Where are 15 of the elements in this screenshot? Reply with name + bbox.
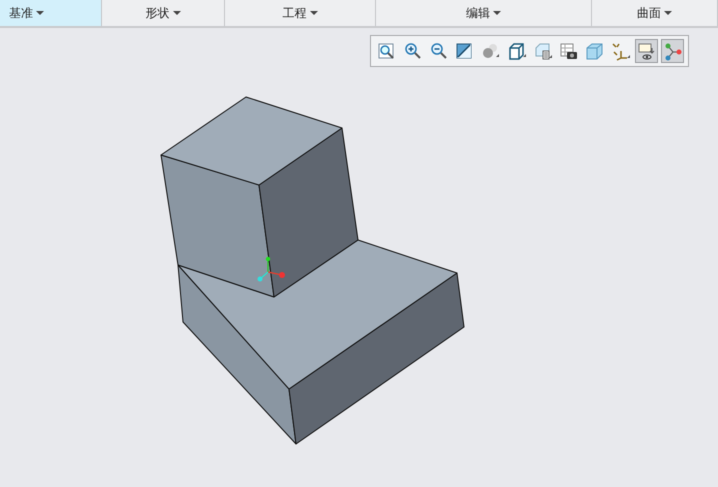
zoom-fit-icon xyxy=(377,42,396,60)
nodes-icon xyxy=(663,42,682,60)
coordinate-axes-icon xyxy=(258,256,285,282)
cube-icon xyxy=(507,42,526,60)
view-sheet-icon xyxy=(533,42,552,60)
axes-icon xyxy=(611,42,630,60)
display-icon xyxy=(637,42,656,60)
transparent-cube-icon xyxy=(585,42,604,60)
menu-tab[interactable]: 基准 xyxy=(0,0,102,26)
zoom-out-icon xyxy=(429,42,448,60)
repaint-icon xyxy=(455,42,474,60)
toolbar-button[interactable] xyxy=(635,39,658,63)
camera-icon xyxy=(559,42,578,60)
zoom-in-icon xyxy=(403,42,422,60)
shading-icon xyxy=(481,42,500,60)
